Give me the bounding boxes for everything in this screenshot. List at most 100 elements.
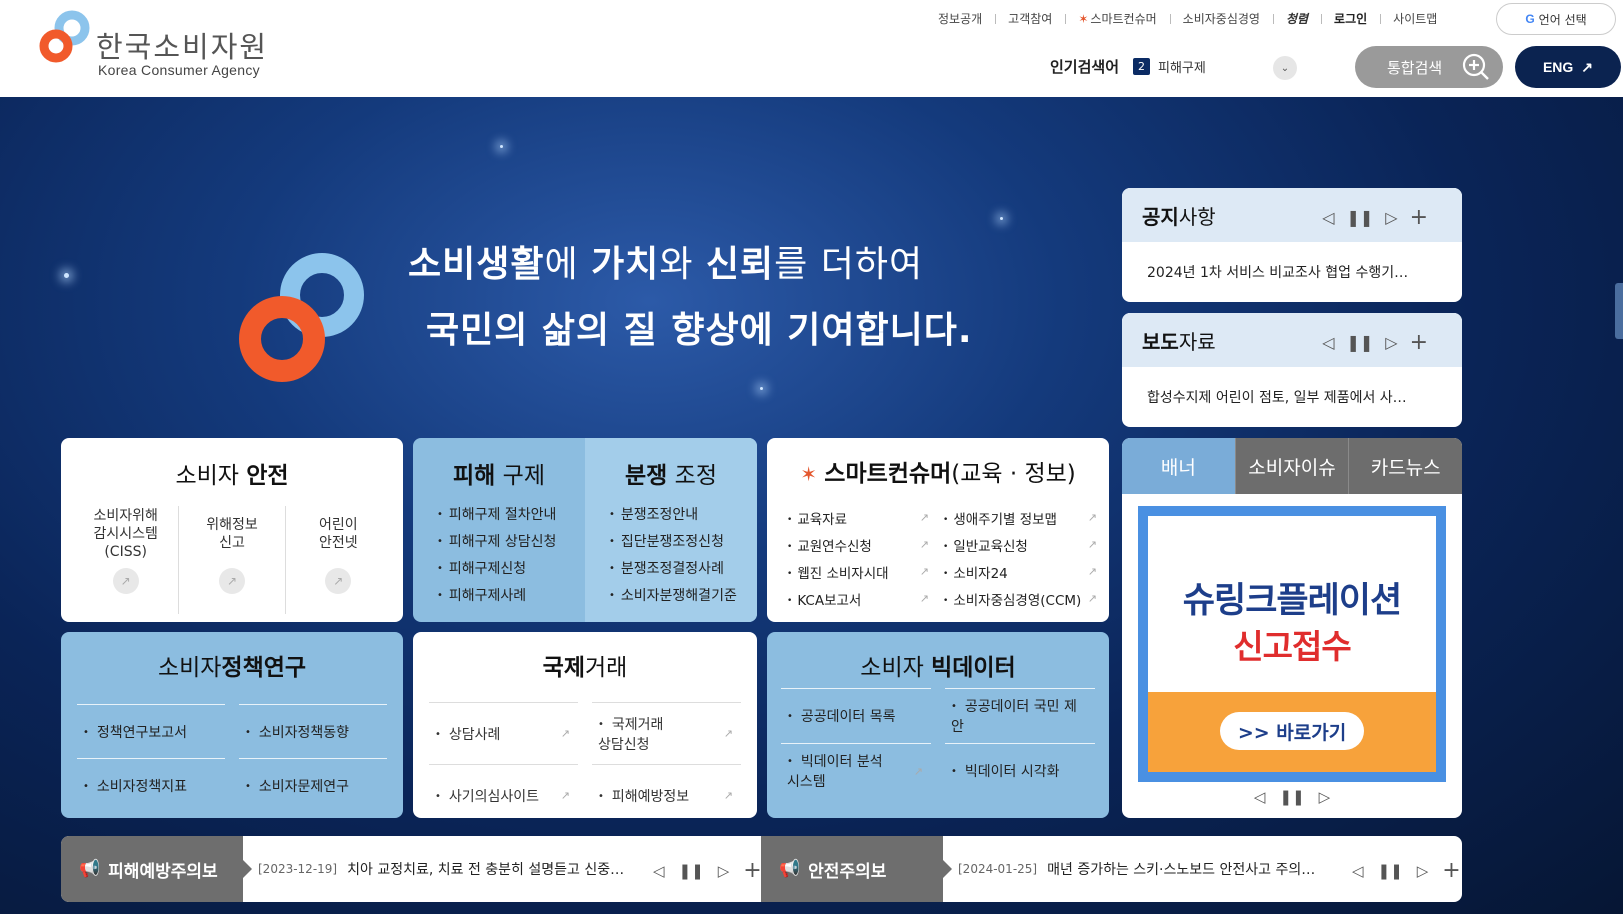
language-select-button[interactable]: G 언어 선택	[1496, 3, 1616, 35]
promo-go-button[interactable]: >> 바로가기	[1220, 712, 1364, 750]
safety-alert-label: 📢 안전주의보	[761, 836, 952, 902]
card-title: 소비자정책연구	[157, 655, 307, 681]
next-icon[interactable]: ▷	[1385, 333, 1397, 352]
pause-icon[interactable]: ❚❚	[679, 862, 704, 880]
tab-banner[interactable]: 배너	[1122, 438, 1235, 494]
site-logo[interactable]: 한국소비자원 Korea Consumer Agency	[38, 10, 278, 82]
util-link-login[interactable]: 로그인	[1321, 10, 1380, 27]
prev-icon[interactable]: ◁	[1322, 208, 1334, 227]
site-header: 한국소비자원 Korea Consumer Agency 정보공개 고객참여 ✶…	[0, 0, 1623, 97]
plus-more-icon[interactable]: +	[1410, 205, 1428, 230]
intl-link[interactable]: 국제거래 상담신청↗	[592, 702, 741, 764]
external-link-icon: ↗	[218, 568, 245, 594]
relief-link[interactable]: 피해구제사례	[437, 585, 585, 612]
external-link-icon: ↗	[112, 568, 139, 594]
tab-card-news[interactable]: 카드뉴스	[1348, 438, 1462, 494]
pause-icon[interactable]: ❚❚	[1378, 862, 1403, 880]
pause-icon[interactable]: ❚❚	[1346, 333, 1373, 352]
policy-link[interactable]: 소비자정책동향	[239, 704, 387, 758]
logo-mark-icon	[39, 10, 90, 63]
card-title: 국제거래	[542, 655, 628, 681]
card-title: 소비자 빅데이터	[860, 655, 1016, 681]
english-site-button[interactable]: ENG ↗	[1515, 46, 1621, 88]
damage-alert-item[interactable]: [2023-12-19] 치아 교정치료, 치료 전 충분히 설명듣고 신중…	[258, 836, 624, 902]
next-icon[interactable]: ▷	[718, 862, 730, 880]
smart-link[interactable]: 일반교육신청↗	[943, 531, 1097, 558]
google-icon: G	[1525, 12, 1535, 26]
external-link-icon: ↗	[560, 789, 570, 802]
next-icon[interactable]: ▷	[1319, 788, 1331, 806]
prev-icon[interactable]: ◁	[1254, 788, 1266, 806]
dispute-link[interactable]: 집단분쟁조정신청	[609, 531, 757, 558]
press-panel: 보도자료 ◁ ❚❚ ▷ + 합성수지제 어린이 점토, 일부 제품에서 사…	[1122, 313, 1462, 427]
smart-link[interactable]: 생애주기별 정보맵↗	[943, 504, 1097, 531]
pause-icon[interactable]: ❚❚	[1279, 788, 1304, 806]
plus-more-icon[interactable]: +	[1442, 858, 1460, 883]
plus-more-icon[interactable]: +	[743, 858, 761, 883]
bigdata-link[interactable]: 빅데이터 시각화	[945, 743, 1095, 798]
intl-link[interactable]: 상담사례↗	[429, 702, 578, 764]
safety-alert-item[interactable]: [2024-01-25] 매년 증가하는 스키·스노보드 안전사고 주의…	[958, 836, 1315, 902]
smart-link[interactable]: 소비자24↗	[943, 558, 1097, 585]
next-icon[interactable]: ▷	[1417, 862, 1429, 880]
card-consumer-bigdata: 소비자 빅데이터 공공데이터 목록 공공데이터 국민 제안 빅데이터 분석 시스…	[767, 632, 1109, 818]
smart-link[interactable]: KCA보고서↗	[787, 585, 929, 612]
popular-search: 인기검색어 2 피해구제	[1050, 56, 1206, 77]
dispute-section: 분쟁 조정 분쟁조정안내 집단분쟁조정신청 분쟁조정결정사례 소비자분쟁해결기준	[585, 438, 757, 622]
popular-search-label: 인기검색어	[1050, 58, 1120, 76]
safety-link-child-safety[interactable]: 어린이 안전넷 ↗	[284, 506, 391, 614]
smart-link[interactable]: 교육자료↗	[787, 504, 929, 531]
notice-title: 공지사항	[1142, 204, 1216, 229]
dispute-link[interactable]: 분쟁조정안내	[609, 504, 757, 531]
smart-link[interactable]: 웹진 소비자시대↗	[787, 558, 929, 585]
relief-section: 피해 구제 피해구제 절차안내 피해구제 상담신청 피해구제신청 피해구제사례	[413, 438, 585, 622]
integrated-search-button[interactable]: 통합검색	[1355, 46, 1503, 88]
dispute-link[interactable]: 소비자분쟁해결기준	[609, 585, 757, 612]
notice-item[interactable]: 2024년 1차 서비스 비교조사 협업 수행기…	[1122, 242, 1462, 302]
relief-link[interactable]: 피해구제신청	[437, 558, 585, 585]
safety-link-ciss[interactable]: 소비자위해 감시시스템 (CISS) ↗	[73, 506, 178, 614]
intl-link[interactable]: 사기의심사이트↗	[429, 764, 578, 818]
relief-link[interactable]: 피해구제 절차안내	[437, 504, 585, 531]
util-link-customer[interactable]: 고객참여	[995, 10, 1065, 27]
util-link-sitemap[interactable]: 사이트맵	[1380, 10, 1450, 27]
notice-panel: 공지사항 ◁ ❚❚ ▷ + 2024년 1차 서비스 비교조사 협업 수행기…	[1122, 188, 1462, 302]
smart-link[interactable]: 소비자중심경영(CCM)↗	[943, 585, 1097, 612]
popular-expand-button[interactable]: ⌄	[1273, 56, 1297, 80]
smart-consumer-star-icon: ✶	[1078, 11, 1089, 26]
plus-more-icon[interactable]: +	[1410, 330, 1428, 355]
relief-link[interactable]: 피해구제 상담신청	[437, 531, 585, 558]
pause-icon[interactable]: ❚❚	[1346, 208, 1373, 227]
logo-english-text: Korea Consumer Agency	[98, 62, 260, 78]
safety-link-hazard-report[interactable]: 위해정보 신고 ↗	[178, 506, 284, 614]
policy-link[interactable]: 소비자문제연구	[239, 758, 387, 812]
smart-consumer-star-icon: ✶	[800, 462, 817, 486]
external-link-icon: ↗	[919, 511, 929, 524]
bigdata-link[interactable]: 빅데이터 분석 시스템↗	[781, 743, 931, 798]
popular-search-term[interactable]: 피해구제	[1158, 57, 1206, 76]
bigdata-link[interactable]: 공공데이터 목록	[781, 688, 931, 743]
next-icon[interactable]: ▷	[1385, 208, 1397, 227]
policy-link[interactable]: 소비자정책지표	[77, 758, 225, 812]
prev-icon[interactable]: ◁	[653, 862, 665, 880]
smart-link[interactable]: 교원연수신청↗	[787, 531, 929, 558]
util-link-ccm[interactable]: 소비자중심경영	[1169, 10, 1273, 27]
util-link-integrity[interactable]: 청렴	[1272, 10, 1321, 27]
policy-link[interactable]: 정책연구보고서	[77, 704, 225, 758]
util-link-smart-consumer[interactable]: ✶ 스마트컨슈머	[1065, 10, 1169, 27]
tab-consumer-issue[interactable]: 소비자이슈	[1234, 438, 1349, 494]
side-scroll-handle[interactable]	[1615, 283, 1623, 339]
dispute-link[interactable]: 분쟁조정결정사례	[609, 558, 757, 585]
prev-icon[interactable]: ◁	[1322, 333, 1334, 352]
util-link-info-disclosure[interactable]: 정보공개	[925, 10, 995, 27]
card-international-trade: 국제거래 상담사례↗ 국제거래 상담신청↗ 사기의심사이트↗ 피해예방정보↗	[413, 632, 757, 818]
card-title: 소비자 안전	[175, 463, 289, 489]
search-plus-icon	[1462, 53, 1489, 80]
prev-icon[interactable]: ◁	[1352, 862, 1364, 880]
external-link-icon: ↗	[1087, 511, 1097, 524]
bigdata-link[interactable]: 공공데이터 국민 제안	[945, 688, 1095, 743]
promo-banner[interactable]: 슈링크플레이션 신고접수 >> 바로가기	[1138, 506, 1446, 782]
card-relief-dispute: 피해 구제 피해구제 절차안내 피해구제 상담신청 피해구제신청 피해구제사례 …	[413, 438, 757, 622]
intl-link[interactable]: 피해예방정보↗	[592, 764, 741, 818]
press-item[interactable]: 합성수지제 어린이 점토, 일부 제품에서 사…	[1122, 367, 1462, 427]
